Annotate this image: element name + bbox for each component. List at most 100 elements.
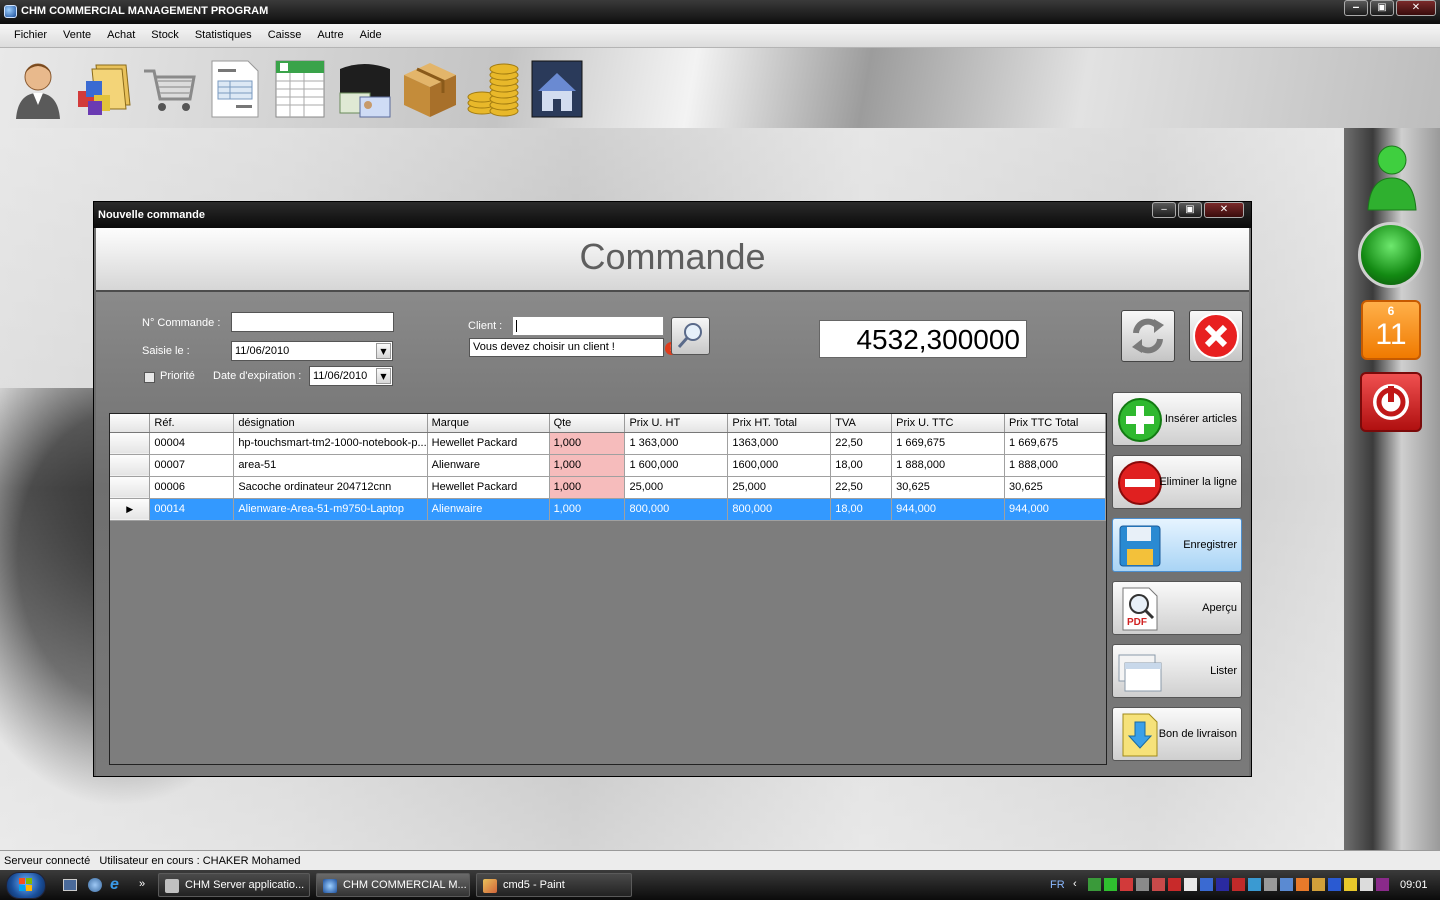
tray-app-icon[interactable] (1216, 878, 1229, 891)
products-icon[interactable] (74, 57, 132, 119)
preview-button[interactable]: PDF Aperçu (1112, 581, 1242, 635)
tray-app-icon[interactable] (1264, 878, 1277, 891)
cell-total-ht[interactable]: 1600,000 (727, 454, 832, 477)
tray-expand-icon[interactable]: ‹ (1073, 878, 1077, 890)
task-paint[interactable]: cmd5 - Paint (476, 873, 632, 897)
column-header[interactable]: Réf. (149, 414, 235, 433)
table-row[interactable]: 00007 area-51 Alienware 1,000 1 600,000 … (110, 454, 1106, 477)
menu-achat[interactable]: Achat (99, 24, 143, 47)
box-icon[interactable] (400, 57, 458, 119)
cell-designation[interactable]: Sacoche ordinateur 204712cnn (233, 476, 428, 499)
delete-line-button[interactable]: Eliminer la ligne (1112, 455, 1242, 509)
power-off-button[interactable] (1360, 372, 1422, 432)
maximize-button[interactable]: ▣ (1370, 0, 1394, 16)
save-button[interactable]: Enregistrer (1112, 518, 1242, 572)
row-header[interactable] (110, 432, 151, 455)
cell-tva[interactable]: 22,50 (830, 432, 893, 455)
column-header[interactable]: Prix TTC Total (1004, 414, 1106, 433)
row-header[interactable]: ▶ (110, 498, 151, 521)
tray-app-icon[interactable] (1120, 878, 1133, 891)
coins-icon[interactable] (464, 57, 522, 119)
clock[interactable]: 09:01 (1400, 879, 1428, 891)
close-button[interactable]: ✕ (1396, 0, 1436, 16)
cell-designation[interactable]: area-51 (233, 454, 428, 477)
cell-unit-price-ttc[interactable]: 1 669,675 (891, 432, 1006, 455)
column-header[interactable]: Prix U. HT (624, 414, 729, 433)
cell-total-ht[interactable]: 25,000 (727, 476, 832, 499)
menu-aide[interactable]: Aide (352, 24, 390, 47)
invoice-icon[interactable] (206, 57, 264, 119)
tray-app-icon[interactable] (1136, 878, 1149, 891)
refresh-button[interactable] (1121, 310, 1175, 362)
row-header[interactable] (110, 476, 151, 499)
home-icon[interactable] (528, 57, 586, 119)
client-search-button[interactable] (671, 317, 710, 355)
cell-unit-price-ht[interactable]: 25,000 (624, 476, 729, 499)
quicklaunch-more-icon[interactable]: » (139, 878, 145, 890)
chat-icon[interactable] (1360, 878, 1373, 891)
cell-qty[interactable]: 1,000 (549, 498, 626, 521)
column-header[interactable]: Prix U. TTC (891, 414, 1006, 433)
signal-strength-icon[interactable] (1104, 878, 1117, 891)
cancel-button[interactable] (1189, 310, 1243, 362)
cell-brand[interactable]: Alienware (427, 454, 550, 477)
column-header[interactable]: TVA (830, 414, 893, 433)
internet-explorer-icon[interactable]: e (110, 876, 119, 894)
cart-icon[interactable] (140, 57, 198, 119)
table-row-selected[interactable]: ▶ 00014 Alienware-Area-51-m9750-Laptop A… (110, 498, 1106, 521)
cell-qty[interactable]: 1,000 (549, 476, 626, 499)
menu-fichier[interactable]: Fichier (6, 24, 55, 47)
delivery-note-button[interactable]: Bon de livraison (1112, 707, 1242, 761)
cell-unit-price-ht[interactable]: 800,000 (624, 498, 729, 521)
list-button[interactable]: Lister (1112, 644, 1242, 698)
task-chm-commercial[interactable]: CHM COMMERCIAL M... (316, 873, 470, 897)
cell-tva[interactable]: 18,00 (830, 454, 893, 477)
priority-checkbox[interactable] (144, 372, 155, 383)
calendar-icon[interactable]: 6 11 (1361, 300, 1421, 360)
column-header[interactable]: Prix HT. Total (727, 414, 832, 433)
client-input[interactable] (512, 316, 664, 336)
tray-app-icon[interactable] (1200, 878, 1213, 891)
show-desktop-icon[interactable] (63, 879, 77, 891)
cell-brand[interactable]: Hewellet Packard (427, 432, 550, 455)
cell-ref[interactable]: 00004 (149, 432, 235, 455)
tray-app-icon[interactable] (1344, 878, 1357, 891)
cell-ref[interactable]: 00014 (149, 498, 235, 521)
cell-unit-price-ht[interactable]: 1 363,000 (624, 432, 729, 455)
row-header[interactable] (110, 454, 151, 477)
cell-brand[interactable]: Hewellet Packard (427, 476, 550, 499)
cell-total-ttc[interactable]: 944,000 (1004, 498, 1106, 521)
tray-app-icon[interactable] (1152, 878, 1165, 891)
table-row[interactable]: 00004 hp-touchsmart-tm2-1000-notebook-p.… (110, 432, 1106, 455)
user-icon[interactable] (8, 57, 66, 119)
chevron-down-icon[interactable]: ▼ (376, 343, 391, 359)
cell-unit-price-ttc[interactable]: 944,000 (891, 498, 1006, 521)
tray-app-icon[interactable] (1280, 878, 1293, 891)
cell-designation[interactable]: Alienware-Area-51-m9750-Laptop (233, 498, 428, 521)
cell-total-ttc[interactable]: 1 888,000 (1004, 454, 1106, 477)
bluetooth-icon[interactable] (1328, 878, 1341, 891)
menu-caisse[interactable]: Caisse (260, 24, 310, 47)
table-row[interactable]: 00006 Sacoche ordinateur 204712cnn Hewel… (110, 476, 1106, 499)
entry-date-picker[interactable]: 11/06/2010 ▼ (231, 341, 393, 361)
cell-qty[interactable]: 1,000 (549, 432, 626, 455)
cell-tva[interactable]: 18,00 (830, 498, 893, 521)
wallet-icon[interactable] (336, 57, 394, 119)
dialog-close-button[interactable]: ✕ (1204, 202, 1244, 218)
order-number-input[interactable] (231, 312, 394, 332)
cell-designation[interactable]: hp-touchsmart-tm2-1000-notebook-p... (233, 432, 428, 455)
spreadsheet-icon[interactable] (272, 57, 330, 119)
cell-unit-price-ht[interactable]: 1 600,000 (624, 454, 729, 477)
tray-app-icon[interactable] (1232, 878, 1245, 891)
order-lines-grid[interactable]: Réf. désignation Marque Qte Prix U. HT P… (109, 413, 1107, 765)
cell-unit-price-ttc[interactable]: 1 888,000 (891, 454, 1006, 477)
chevron-down-icon[interactable]: ▼ (376, 368, 391, 384)
tray-app-icon[interactable] (1376, 878, 1389, 891)
cell-total-ht[interactable]: 1363,000 (727, 432, 832, 455)
cell-total-ttc[interactable]: 1 669,675 (1004, 432, 1106, 455)
column-header[interactable]: Qte (549, 414, 626, 433)
column-header[interactable]: désignation (233, 414, 428, 433)
dialog-maximize-button[interactable]: ▣ (1178, 202, 1202, 218)
insert-articles-button[interactable]: Insérer articles (1112, 392, 1242, 446)
cell-tva[interactable]: 22,50 (830, 476, 893, 499)
